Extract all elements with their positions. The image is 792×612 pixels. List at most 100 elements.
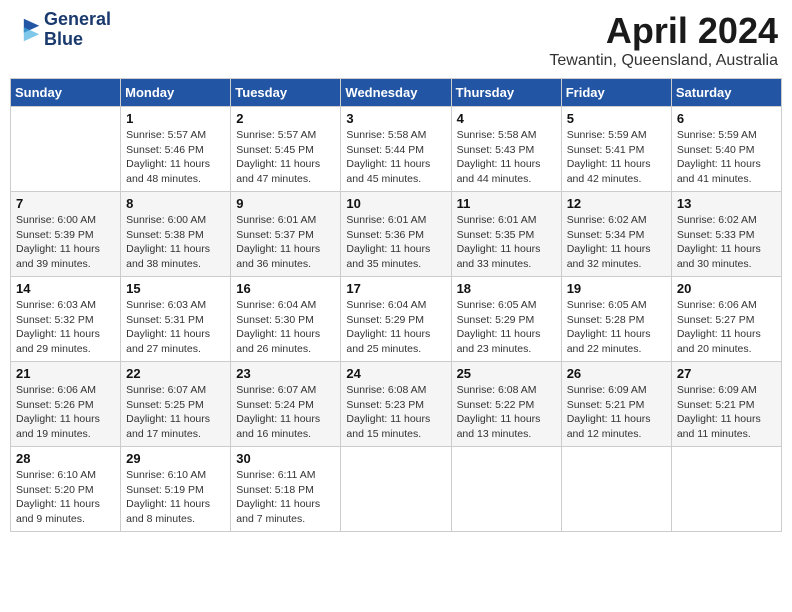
day-info: Sunrise: 5:59 AM Sunset: 5:41 PM Dayligh… bbox=[567, 128, 666, 187]
day-info: Sunrise: 6:08 AM Sunset: 5:22 PM Dayligh… bbox=[457, 383, 556, 442]
day-number: 8 bbox=[126, 196, 225, 211]
day-info: Sunrise: 6:00 AM Sunset: 5:39 PM Dayligh… bbox=[16, 213, 115, 272]
day-cell: 13 Sunrise: 6:02 AM Sunset: 5:33 PM Dayli… bbox=[671, 192, 781, 277]
day-info: Sunrise: 6:06 AM Sunset: 5:27 PM Dayligh… bbox=[677, 298, 776, 357]
page-header: General Blue April 2024 Tewantin, Queens… bbox=[10, 10, 782, 70]
weekday-header-friday: Friday bbox=[561, 79, 671, 107]
day-number: 25 bbox=[457, 366, 556, 381]
day-number: 19 bbox=[567, 281, 666, 296]
day-info: Sunrise: 6:01 AM Sunset: 5:36 PM Dayligh… bbox=[346, 213, 445, 272]
logo-icon bbox=[14, 16, 42, 44]
day-number: 26 bbox=[567, 366, 666, 381]
day-cell: 14 Sunrise: 6:03 AM Sunset: 5:32 PM Dayli… bbox=[11, 277, 121, 362]
day-cell: 5 Sunrise: 5:59 AM Sunset: 5:41 PM Daylig… bbox=[561, 107, 671, 192]
weekday-header-monday: Monday bbox=[121, 79, 231, 107]
day-number: 22 bbox=[126, 366, 225, 381]
day-cell bbox=[451, 447, 561, 532]
day-info: Sunrise: 6:04 AM Sunset: 5:30 PM Dayligh… bbox=[236, 298, 335, 357]
weekday-header-wednesday: Wednesday bbox=[341, 79, 451, 107]
week-row-2: 7 Sunrise: 6:00 AM Sunset: 5:39 PM Daylig… bbox=[11, 192, 782, 277]
day-cell: 15 Sunrise: 6:03 AM Sunset: 5:31 PM Dayli… bbox=[121, 277, 231, 362]
day-info: Sunrise: 6:07 AM Sunset: 5:25 PM Dayligh… bbox=[126, 383, 225, 442]
day-info: Sunrise: 6:09 AM Sunset: 5:21 PM Dayligh… bbox=[677, 383, 776, 442]
day-cell: 6 Sunrise: 5:59 AM Sunset: 5:40 PM Daylig… bbox=[671, 107, 781, 192]
title-block: April 2024 Tewantin, Queensland, Austral… bbox=[549, 10, 778, 70]
day-info: Sunrise: 6:02 AM Sunset: 5:34 PM Dayligh… bbox=[567, 213, 666, 272]
day-number: 24 bbox=[346, 366, 445, 381]
day-cell: 17 Sunrise: 6:04 AM Sunset: 5:29 PM Dayli… bbox=[341, 277, 451, 362]
day-cell: 18 Sunrise: 6:05 AM Sunset: 5:29 PM Dayli… bbox=[451, 277, 561, 362]
day-number: 6 bbox=[677, 111, 776, 126]
day-number: 13 bbox=[677, 196, 776, 211]
day-info: Sunrise: 6:01 AM Sunset: 5:37 PM Dayligh… bbox=[236, 213, 335, 272]
day-cell bbox=[11, 107, 121, 192]
day-info: Sunrise: 5:57 AM Sunset: 5:45 PM Dayligh… bbox=[236, 128, 335, 187]
day-info: Sunrise: 6:09 AM Sunset: 5:21 PM Dayligh… bbox=[567, 383, 666, 442]
day-cell: 24 Sunrise: 6:08 AM Sunset: 5:23 PM Dayli… bbox=[341, 362, 451, 447]
location-subtitle: Tewantin, Queensland, Australia bbox=[549, 52, 778, 70]
day-cell: 21 Sunrise: 6:06 AM Sunset: 5:26 PM Dayli… bbox=[11, 362, 121, 447]
logo: General Blue bbox=[14, 10, 111, 50]
day-info: Sunrise: 6:07 AM Sunset: 5:24 PM Dayligh… bbox=[236, 383, 335, 442]
day-cell: 12Sunrise: 6:02 AM Sunset: 5:34 PM Dayli… bbox=[561, 192, 671, 277]
day-info: Sunrise: 6:01 AM Sunset: 5:35 PM Dayligh… bbox=[457, 213, 556, 272]
week-row-5: 28 Sunrise: 6:10 AM Sunset: 5:20 PM Dayli… bbox=[11, 447, 782, 532]
day-info: Sunrise: 6:08 AM Sunset: 5:23 PM Dayligh… bbox=[346, 383, 445, 442]
day-number: 7 bbox=[16, 196, 115, 211]
day-info: Sunrise: 6:02 AM Sunset: 5:33 PM Dayligh… bbox=[677, 213, 776, 272]
day-number: 28 bbox=[16, 451, 115, 466]
day-info: Sunrise: 6:06 AM Sunset: 5:26 PM Dayligh… bbox=[16, 383, 115, 442]
day-info: Sunrise: 6:03 AM Sunset: 5:32 PM Dayligh… bbox=[16, 298, 115, 357]
day-cell: 11 Sunrise: 6:01 AM Sunset: 5:35 PM Dayli… bbox=[451, 192, 561, 277]
day-cell: 29Sunrise: 6:10 AM Sunset: 5:19 PM Dayli… bbox=[121, 447, 231, 532]
week-row-4: 21 Sunrise: 6:06 AM Sunset: 5:26 PM Dayli… bbox=[11, 362, 782, 447]
day-number: 4 bbox=[457, 111, 556, 126]
day-number: 30 bbox=[236, 451, 335, 466]
day-cell: 8 Sunrise: 6:00 AM Sunset: 5:38 PM Daylig… bbox=[121, 192, 231, 277]
day-cell: 20 Sunrise: 6:06 AM Sunset: 5:27 PM Dayli… bbox=[671, 277, 781, 362]
day-cell: 28 Sunrise: 6:10 AM Sunset: 5:20 PM Dayli… bbox=[11, 447, 121, 532]
day-number: 5 bbox=[567, 111, 666, 126]
weekday-header-tuesday: Tuesday bbox=[231, 79, 341, 107]
logo-line1: General bbox=[44, 10, 111, 30]
weekday-header-saturday: Saturday bbox=[671, 79, 781, 107]
day-number: 2 bbox=[236, 111, 335, 126]
week-row-1: 1Sunrise: 5:57 AM Sunset: 5:46 PM Daylig… bbox=[11, 107, 782, 192]
day-number: 9 bbox=[236, 196, 335, 211]
day-info: Sunrise: 6:10 AM Sunset: 5:20 PM Dayligh… bbox=[16, 468, 115, 527]
day-info: Sunrise: 6:03 AM Sunset: 5:31 PM Dayligh… bbox=[126, 298, 225, 357]
month-title: April 2024 bbox=[549, 10, 778, 52]
day-info: Sunrise: 6:05 AM Sunset: 5:29 PM Dayligh… bbox=[457, 298, 556, 357]
weekday-header-row: SundayMondayTuesdayWednesdayThursdayFrid… bbox=[11, 79, 782, 107]
day-info: Sunrise: 5:58 AM Sunset: 5:44 PM Dayligh… bbox=[346, 128, 445, 187]
day-number: 18 bbox=[457, 281, 556, 296]
day-number: 10 bbox=[346, 196, 445, 211]
day-number: 14 bbox=[16, 281, 115, 296]
weekday-header-sunday: Sunday bbox=[11, 79, 121, 107]
day-number: 3 bbox=[346, 111, 445, 126]
day-cell: 9 Sunrise: 6:01 AM Sunset: 5:37 PM Daylig… bbox=[231, 192, 341, 277]
day-number: 20 bbox=[677, 281, 776, 296]
day-cell: 2 Sunrise: 5:57 AM Sunset: 5:45 PM Daylig… bbox=[231, 107, 341, 192]
day-cell: 19 Sunrise: 6:05 AM Sunset: 5:28 PM Dayli… bbox=[561, 277, 671, 362]
day-info: Sunrise: 6:00 AM Sunset: 5:38 PM Dayligh… bbox=[126, 213, 225, 272]
day-number: 23 bbox=[236, 366, 335, 381]
day-cell: 16Sunrise: 6:04 AM Sunset: 5:30 PM Dayli… bbox=[231, 277, 341, 362]
day-number: 21 bbox=[16, 366, 115, 381]
day-cell: 25 Sunrise: 6:08 AM Sunset: 5:22 PM Dayli… bbox=[451, 362, 561, 447]
weekday-header-thursday: Thursday bbox=[451, 79, 561, 107]
day-info: Sunrise: 6:05 AM Sunset: 5:28 PM Dayligh… bbox=[567, 298, 666, 357]
day-cell: 23 Sunrise: 6:07 AM Sunset: 5:24 PM Dayli… bbox=[231, 362, 341, 447]
day-number: 11 bbox=[457, 196, 556, 211]
day-info: Sunrise: 6:04 AM Sunset: 5:29 PM Dayligh… bbox=[346, 298, 445, 357]
calendar-table: SundayMondayTuesdayWednesdayThursdayFrid… bbox=[10, 78, 782, 532]
day-info: Sunrise: 6:10 AM Sunset: 5:19 PM Dayligh… bbox=[126, 468, 225, 527]
day-number: 15 bbox=[126, 281, 225, 296]
day-cell: 22 Sunrise: 6:07 AM Sunset: 5:25 PM Dayli… bbox=[121, 362, 231, 447]
day-info: Sunrise: 6:11 AM Sunset: 5:18 PM Dayligh… bbox=[236, 468, 335, 527]
day-cell: 4Sunrise: 5:58 AM Sunset: 5:43 PM Daylig… bbox=[451, 107, 561, 192]
day-number: 17 bbox=[346, 281, 445, 296]
day-cell bbox=[341, 447, 451, 532]
day-info: Sunrise: 5:59 AM Sunset: 5:40 PM Dayligh… bbox=[677, 128, 776, 187]
logo-line2: Blue bbox=[44, 30, 111, 50]
